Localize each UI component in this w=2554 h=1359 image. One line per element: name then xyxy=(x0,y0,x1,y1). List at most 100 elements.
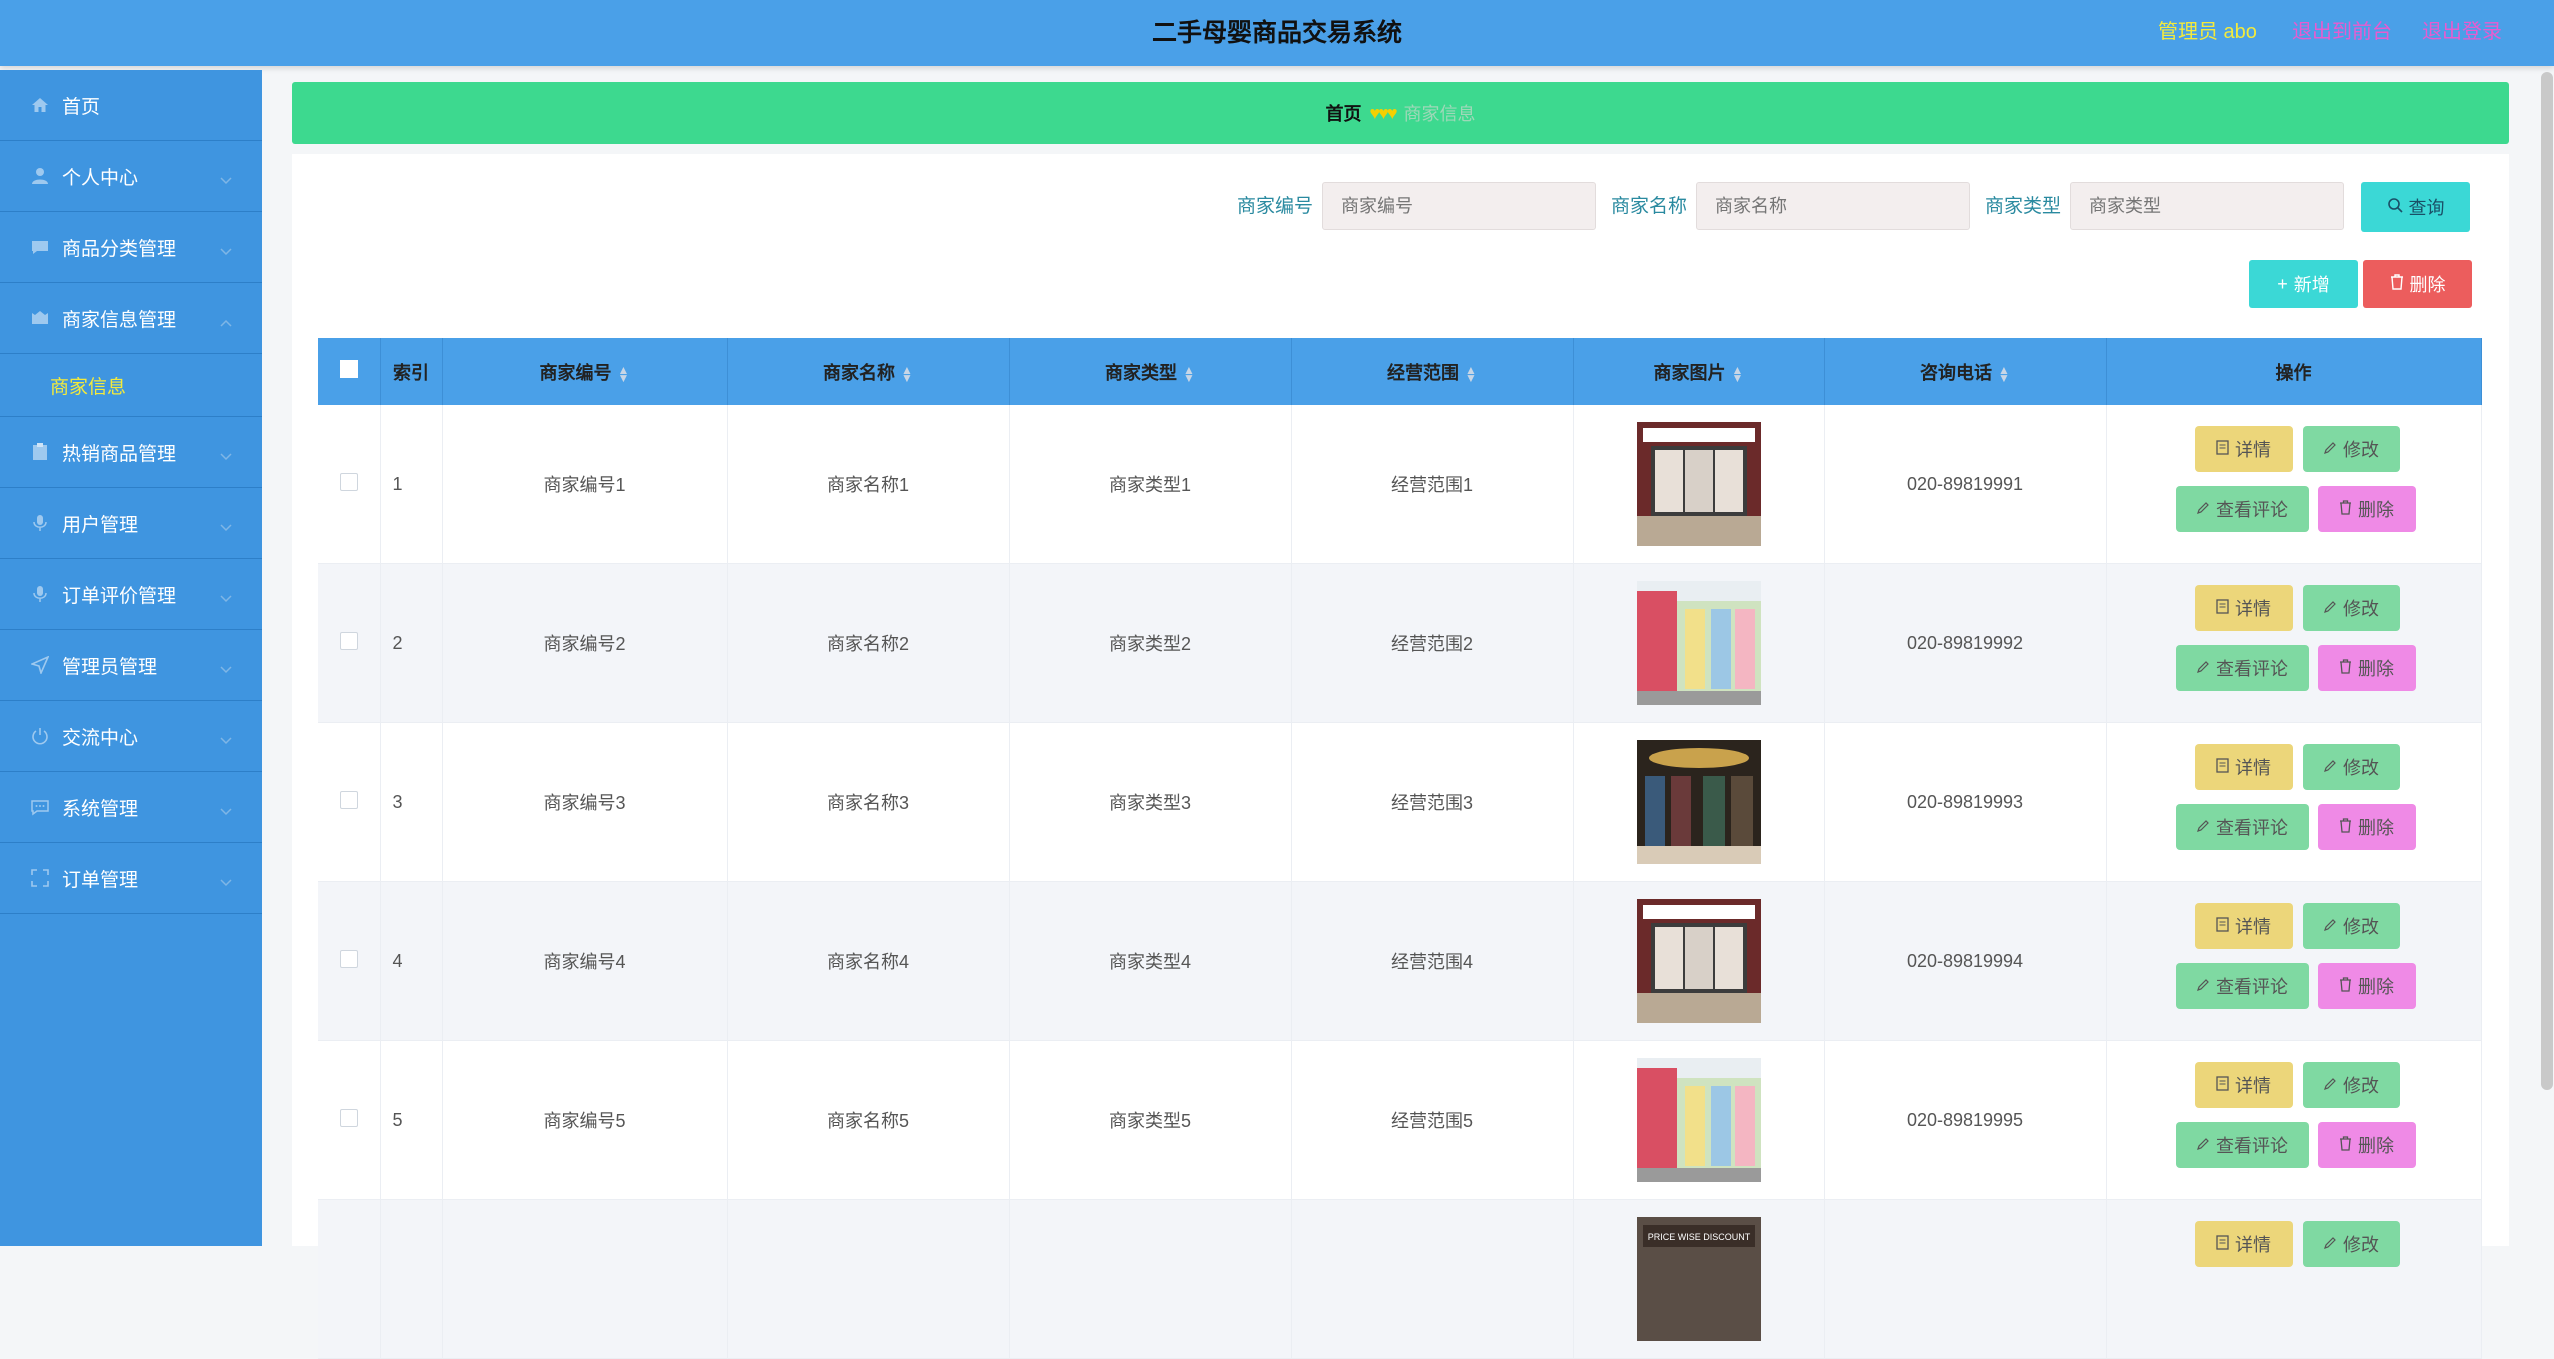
merchant-photo[interactable] xyxy=(1636,899,1761,1023)
row-phone: 020-89819992 xyxy=(1824,563,2107,723)
sidebar-item-label: 商家信息管理 xyxy=(62,309,177,331)
detail-button[interactable]: 详情 xyxy=(2194,903,2293,949)
merchant-type-input[interactable] xyxy=(2070,182,2344,230)
table-row: 5 商家编号5 商家名称5 商家类型5 经营范围5 020-89819995 详… xyxy=(318,1040,2482,1200)
merchant-name-input[interactable] xyxy=(1696,182,1970,230)
detail-button[interactable]: 详情 xyxy=(2194,1221,2293,1267)
chevron-down-icon xyxy=(220,871,232,893)
edit-button[interactable]: 修改 xyxy=(2302,426,2400,472)
user-icon xyxy=(30,166,50,186)
sidebar-item-admins[interactable]: 管理员管理 xyxy=(0,630,262,701)
row-checkbox[interactable] xyxy=(339,1108,358,1127)
row-checkbox[interactable] xyxy=(339,472,358,491)
row-index: 4 xyxy=(380,881,443,1041)
delete-button[interactable]: 删除 xyxy=(2317,804,2416,850)
row-name: 商家名称2 xyxy=(727,563,1010,723)
exit-to-front-link[interactable]: 退出到前台 xyxy=(2292,0,2392,64)
view-reviews-button[interactable]: 查看评论 xyxy=(2175,963,2309,1009)
sidebar-item-hot-products[interactable]: 热销商品管理 xyxy=(0,417,262,488)
chevron-down-icon xyxy=(220,729,232,751)
power-icon xyxy=(30,726,50,746)
merchant-code-input[interactable] xyxy=(1322,182,1596,230)
photo-caption: PRICE WISE DISCOUNT xyxy=(1647,1232,1750,1242)
row-phone: 020-89819994 xyxy=(1824,881,2107,1041)
merchant-photo[interactable] xyxy=(1636,581,1761,705)
view-reviews-button[interactable]: 查看评论 xyxy=(2175,486,2309,532)
merchant-photo[interactable]: PRICE WISE DISCOUNT xyxy=(1636,1217,1761,1341)
sidebar-item-orders[interactable]: 订单管理 xyxy=(0,843,262,914)
page-scrollbar[interactable] xyxy=(2541,72,2553,1090)
row-checkbox[interactable] xyxy=(339,949,358,968)
sidebar: 首页 个人中心 商品分类管理 商家信息管理 商家信息 热销商品管理 用户管理 订… xyxy=(0,70,262,1246)
row-checkbox[interactable] xyxy=(339,790,358,809)
heart-icon: ♥♥♥ xyxy=(1369,102,1397,123)
row-name: 商家名称3 xyxy=(727,722,1010,882)
sort-icon: ▲ ▼ xyxy=(1731,362,1744,385)
sidebar-item-order-reviews[interactable]: 订单评价管理 xyxy=(0,559,262,630)
row-image-cell xyxy=(1573,405,1825,564)
chevron-down-icon xyxy=(220,240,232,262)
pencil-icon xyxy=(2323,598,2337,619)
table-row: 4 商家编号4 商家名称4 商家类型4 经营范围4 020-89819994 详… xyxy=(318,881,2482,1041)
detail-button[interactable]: 详情 xyxy=(2194,426,2293,472)
detail-button[interactable]: 详情 xyxy=(2194,1062,2293,1108)
detail-button[interactable]: 详情 xyxy=(2194,585,2293,631)
col-code[interactable]: 商家编号 ▲ ▼ xyxy=(442,338,728,405)
row-checkbox[interactable] xyxy=(339,631,358,650)
sidebar-item-personal-center[interactable]: 个人中心 xyxy=(0,141,262,212)
row-select-cell xyxy=(318,881,381,1041)
trash-icon xyxy=(2339,499,2352,520)
add-button[interactable]: + 新增 xyxy=(2249,260,2358,308)
table-row: 1 商家编号1 商家名称1 商家类型1 经营范围1 020-89819991 详… xyxy=(318,405,2482,564)
row-type: 商家类型1 xyxy=(1009,405,1292,564)
col-name[interactable]: 商家名称 ▲ ▼ xyxy=(727,338,1010,405)
edit-button[interactable]: 修改 xyxy=(2302,1221,2400,1267)
sidebar-item-users[interactable]: 用户管理 xyxy=(0,488,262,559)
col-image[interactable]: 商家图片 ▲ ▼ xyxy=(1573,338,1825,405)
sidebar-item-system[interactable]: 系统管理 xyxy=(0,772,262,843)
row-select-cell xyxy=(318,563,381,723)
delete-button[interactable]: 删除 xyxy=(2317,486,2416,532)
select-all-checkbox[interactable] xyxy=(339,360,358,378)
row-ops-cell: 详情 修改 xyxy=(2106,1199,2482,1359)
pencil-icon xyxy=(2196,658,2210,679)
logout-link[interactable]: 退出登录 xyxy=(2422,0,2502,64)
detail-button[interactable]: 详情 xyxy=(2194,744,2293,790)
batch-delete-button[interactable]: 删除 xyxy=(2363,260,2472,308)
edit-button[interactable]: 修改 xyxy=(2302,903,2400,949)
delete-button[interactable]: 删除 xyxy=(2317,963,2416,1009)
col-scope[interactable]: 经营范围 ▲ ▼ xyxy=(1291,338,1574,405)
edit-button[interactable]: 修改 xyxy=(2302,1062,2400,1108)
top-header: 二手母婴商品交易系统 管理员 abo 退出到前台 退出登录 xyxy=(0,0,2554,66)
query-button[interactable]: 查询 xyxy=(2361,182,2470,232)
view-reviews-button[interactable]: 查看评论 xyxy=(2175,645,2309,691)
merchant-photo[interactable] xyxy=(1636,1058,1761,1182)
sidebar-item-label: 个人中心 xyxy=(62,167,139,189)
breadcrumb-home[interactable]: 首页 xyxy=(1325,100,1361,126)
row-name: 商家名称1 xyxy=(727,405,1010,564)
row-ops-cell: 详情 修改 查看评论 删除 xyxy=(2106,563,2482,723)
plus-icon: + xyxy=(2277,273,2288,294)
sidebar-item-category[interactable]: 商品分类管理 xyxy=(0,212,262,283)
edit-button[interactable]: 修改 xyxy=(2302,744,2400,790)
row-code xyxy=(442,1199,728,1359)
row-scope: 经营范围1 xyxy=(1291,405,1574,564)
view-reviews-button[interactable]: 查看评论 xyxy=(2175,1122,2309,1168)
sidebar-item-label: 首页 xyxy=(62,96,101,118)
sidebar-item-community[interactable]: 交流中心 xyxy=(0,701,262,772)
row-type: 商家类型3 xyxy=(1009,722,1292,882)
view-reviews-button[interactable]: 查看评论 xyxy=(2175,804,2309,850)
sort-icon: ▲ ▼ xyxy=(1183,362,1195,385)
sidebar-item-home[interactable]: 首页 xyxy=(0,70,262,141)
merchant-photo[interactable] xyxy=(1636,422,1761,546)
delete-button[interactable]: 删除 xyxy=(2317,1122,2416,1168)
sidebar-item-merchant[interactable]: 商家信息管理 xyxy=(0,283,262,354)
sidebar-item-label: 用户管理 xyxy=(62,514,139,536)
col-type[interactable]: 商家类型 ▲ ▼ xyxy=(1009,338,1292,405)
edit-button[interactable]: 修改 xyxy=(2302,585,2400,631)
sidebar-subitem-merchant-info[interactable]: 商家信息 xyxy=(0,354,262,417)
delete-button[interactable]: 删除 xyxy=(2317,645,2416,691)
merchant-photo[interactable] xyxy=(1636,740,1761,864)
row-select-cell xyxy=(318,1199,381,1359)
col-phone[interactable]: 咨询电话 ▲ ▼ xyxy=(1824,338,2107,405)
